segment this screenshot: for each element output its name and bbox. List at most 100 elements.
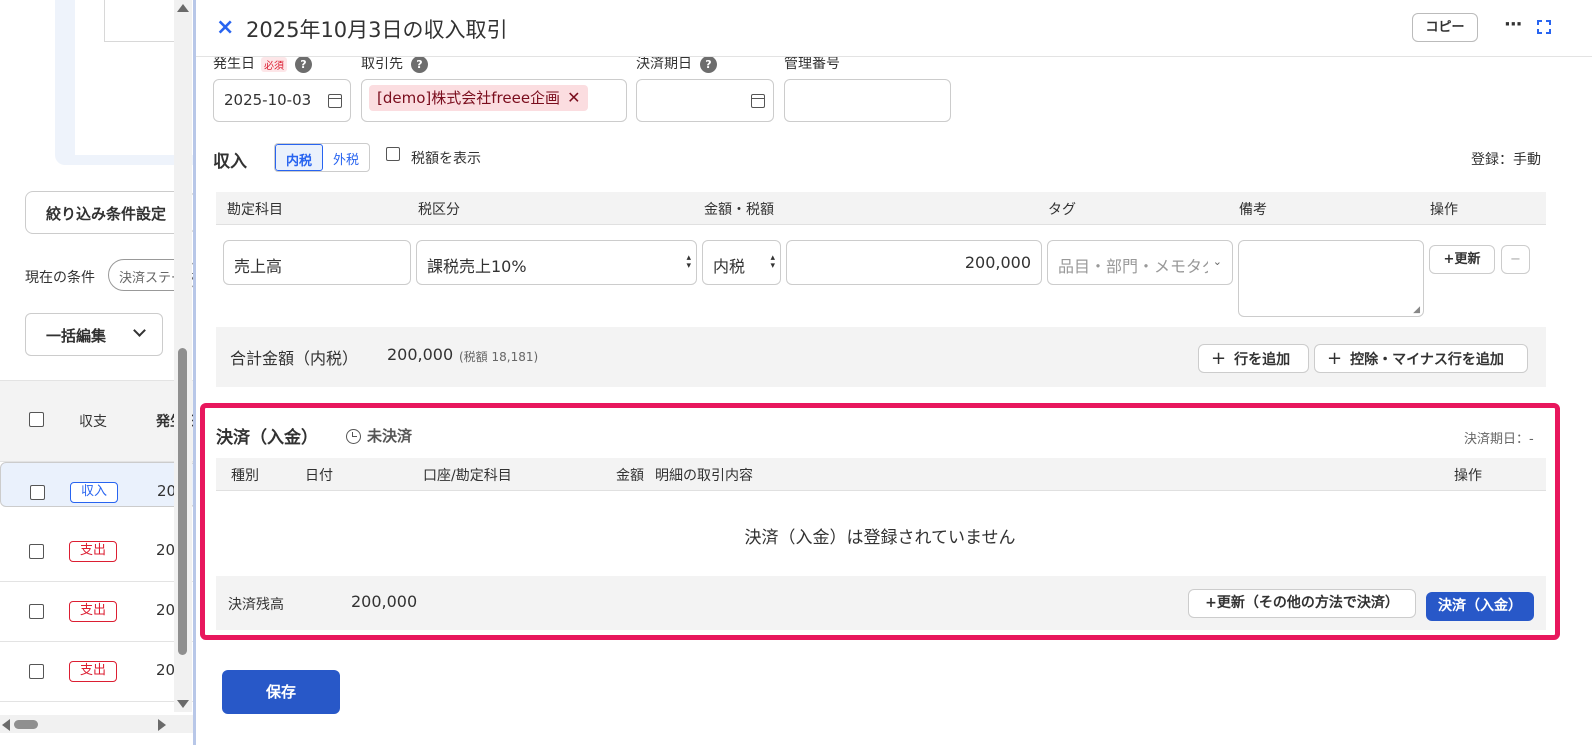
show-tax-label: 税額を表示: [411, 151, 481, 167]
payment-due: 決済期日：-: [1464, 432, 1534, 447]
save-button[interactable]: 保存: [222, 670, 340, 714]
more-options-icon[interactable]: ···: [1504, 14, 1522, 35]
col-amount: 金額・税額: [704, 202, 774, 218]
panel-content: 発生日 必須? 2025-10-03 取引先? [demo]株式会社freee企画…: [196, 57, 1592, 745]
select-all-checkbox[interactable]: [29, 412, 44, 427]
panel-header: × 2025年10月3日の収入取引 コピー ···: [196, 0, 1592, 57]
balance-label: 決済残高: [228, 597, 284, 613]
col-amount: 金額: [616, 468, 644, 484]
type-badge: 支出: [69, 661, 117, 682]
tax-category-value: 課税売上10%: [427, 257, 527, 276]
list-row[interactable]: 収入 20: [0, 462, 196, 507]
help-icon[interactable]: ?: [411, 57, 428, 73]
total-label: 合計金額（内税）: [230, 349, 359, 368]
registration-type: 登録：手動: [1471, 152, 1541, 168]
payment-table-header: 種別 日付 口座/勘定科目 金額 明細の取引内容 操作: [216, 458, 1546, 491]
header-type: 収支: [79, 414, 107, 430]
select-arrows-icon: ▴ ▾: [770, 253, 775, 271]
tag-input[interactable]: 品目・部門・メモタグ ⌄: [1047, 240, 1233, 285]
resize-handle-icon[interactable]: ◢: [1413, 305, 1420, 315]
partner-input[interactable]: [demo]株式会社freee企画 ✕: [361, 79, 627, 122]
col-tax: 税区分: [418, 202, 460, 218]
tax-category-select[interactable]: 課税売上10% ▴ ▾: [416, 240, 697, 285]
show-tax-checkbox[interactable]: [386, 147, 400, 161]
payment-title: 決済（入金）: [216, 428, 318, 448]
row-date: 20: [156, 601, 176, 619]
date-field-label: 発生日 必須?: [213, 57, 312, 73]
list-row[interactable]: 支出 20: [0, 522, 196, 582]
col-date: 日付: [305, 468, 333, 484]
payment-status: 未決済: [346, 425, 412, 446]
plus-icon: +: [1327, 348, 1343, 369]
payment-balance-bar: 決済残高 200,000 +更新（その他の方法で決済）: [216, 576, 1546, 630]
horizontal-scrollbar-thumb[interactable]: [14, 720, 38, 729]
col-description: 明細の取引内容: [655, 468, 753, 484]
help-icon[interactable]: ?: [295, 57, 312, 73]
select-arrows-icon: ▴ ▾: [686, 253, 691, 271]
transaction-list-panel: 絞り込み条件設定 現在の条件 決済ステータス 一括編集 収支 発生日 収入 20…: [0, 0, 196, 745]
income-total-bar: 合計金額（内税） 200,000 (税額 18,181) + 行を追加 + 控除・マ…: [216, 327, 1546, 387]
payment-empty-message: 決済（入金）は登録されていません: [744, 528, 1016, 548]
row-date: 20: [156, 661, 176, 679]
row-date: 20: [156, 541, 176, 559]
account-input[interactable]: 売上高: [223, 240, 411, 285]
tax-mode-select[interactable]: 内税 ▴ ▾: [702, 240, 781, 285]
panel-title: 2025年10月3日の収入取引: [246, 18, 508, 42]
calendar-icon[interactable]: [328, 94, 342, 108]
clock-icon: [346, 429, 361, 444]
update-row-button[interactable]: +更新: [1429, 245, 1495, 274]
management-number-label: 管理番号: [784, 57, 840, 72]
other-method-button[interactable]: +更新（その他の方法で決済）: [1188, 589, 1416, 618]
amount-input[interactable]: 200,000: [786, 240, 1042, 285]
issue-date-input[interactable]: 2025-10-03: [213, 79, 351, 122]
scrollbar-thumb[interactable]: [178, 348, 187, 655]
list-row[interactable]: 支出 20: [0, 582, 196, 642]
filter-settings-button[interactable]: 絞り込み条件設定: [25, 191, 195, 234]
list-row[interactable]: 支出 20: [0, 642, 196, 702]
payment-section: 決済（入金） 未決済 決済期日：- 種別 日付 口座/勘定科目 金額 明細の取引…: [200, 403, 1560, 640]
due-date-label: 決済期日?: [636, 57, 717, 73]
add-minus-row-button[interactable]: + 控除・マイナス行を追加: [1314, 344, 1528, 373]
close-icon[interactable]: ×: [216, 15, 234, 40]
calendar-icon[interactable]: [751, 94, 765, 108]
scroll-right-arrow-icon[interactable]: [158, 719, 166, 731]
tag-placeholder: 品目・部門・メモタグ: [1058, 257, 1208, 276]
scroll-down-arrow-icon[interactable]: [177, 700, 189, 708]
tax-mode-value: 内税: [713, 257, 746, 276]
type-badge: 支出: [69, 541, 117, 562]
row-checkbox[interactable]: [29, 664, 44, 679]
income-section-title: 収入: [213, 152, 247, 172]
row-checkbox[interactable]: [29, 604, 44, 619]
bulk-edit-label: 一括編集: [46, 327, 107, 345]
management-number-input[interactable]: [784, 79, 951, 122]
balance-value: 200,000: [351, 592, 418, 611]
help-icon[interactable]: ?: [700, 57, 717, 73]
due-date-input[interactable]: [636, 79, 774, 122]
current-condition-label: 現在の条件: [25, 270, 95, 286]
remove-partner-icon[interactable]: ✕: [567, 88, 580, 107]
tax-inclusive-option[interactable]: 内税: [275, 144, 324, 171]
col-note: 備考: [1239, 202, 1267, 218]
col-kind: 種別: [231, 468, 259, 484]
account-value: 売上高: [234, 257, 283, 276]
chevron-down-icon: [133, 324, 146, 337]
bulk-edit-button[interactable]: 一括編集: [25, 313, 163, 356]
list-header: 収支 発生日: [0, 380, 196, 462]
scroll-left-arrow-icon[interactable]: [2, 719, 10, 731]
tax-mode-toggle: 内税 外税: [274, 143, 371, 172]
col-action: 操作: [1454, 468, 1482, 484]
pay-button[interactable]: 決済（入金）: [1426, 592, 1534, 621]
expand-icon[interactable]: [1537, 20, 1551, 34]
partner-field-label: 取引先?: [361, 57, 428, 73]
required-badge: 必須: [261, 57, 287, 72]
tax-exclusive-option[interactable]: 外税: [323, 144, 369, 171]
chart-cell: [104, 0, 184, 42]
add-row-button[interactable]: + 行を追加: [1198, 344, 1309, 373]
note-textarea[interactable]: ◢: [1238, 240, 1424, 317]
col-tag: タグ: [1048, 202, 1076, 218]
scroll-up-arrow-icon[interactable]: [177, 4, 189, 12]
copy-button[interactable]: コピー: [1412, 13, 1478, 42]
remove-row-button[interactable]: −: [1501, 245, 1530, 274]
row-checkbox[interactable]: [29, 544, 44, 559]
row-checkbox[interactable]: [30, 485, 45, 500]
